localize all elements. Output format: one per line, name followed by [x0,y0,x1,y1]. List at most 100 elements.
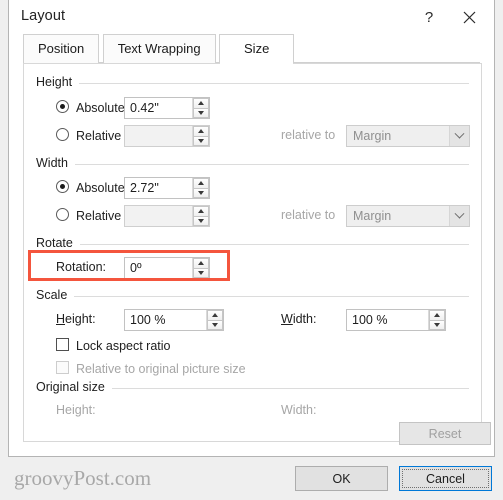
width-absolute-label: Absolute [76,181,125,195]
width-relative-input[interactable] [124,205,210,227]
caret-up-icon [198,181,204,186]
scale-height-spinner-up[interactable] [207,310,223,321]
tab-strip: Position Text Wrapping Size [9,34,494,64]
ok-button[interactable]: OK [295,466,388,491]
scale-height-spinner-down[interactable] [207,320,223,330]
relative-original-size-checkbox[interactable] [56,361,69,374]
scale-height-input[interactable]: 100 % [124,309,224,331]
reset-button[interactable]: Reset [399,422,491,445]
width-absolute-spinner[interactable] [192,178,209,198]
height-relative-spinner-down[interactable] [193,136,209,146]
height-absolute-spinner-down[interactable] [193,108,209,118]
scale-width-spinner-down[interactable] [429,320,445,330]
help-button[interactable]: ? [412,0,446,34]
scale-height-label: Height: [56,312,96,326]
height-relative-to-label: relative to [281,128,336,142]
tab-size[interactable]: Size [219,34,295,64]
caret-up-icon [434,313,440,318]
rotation-input[interactable]: 0º [124,257,210,279]
rotate-group: Rotate [24,236,481,252]
height-relative-spinner-up[interactable] [193,126,209,137]
caret-down-icon [198,218,204,223]
width-relative-spinner[interactable] [192,206,209,226]
width-absolute-spinner-down[interactable] [193,188,209,198]
height-absolute-input[interactable]: 0.42" [124,97,210,119]
rotation-value: 0º [130,261,142,275]
rotation-label: Rotation: [56,260,107,274]
tab-position[interactable]: Position [23,34,100,63]
close-icon [463,11,476,24]
relative-original-size-label: Relative to original picture size [76,362,246,376]
height-relative-input[interactable] [124,125,210,147]
rotation-spinner-up[interactable] [193,258,209,269]
width-group: Width [24,156,481,172]
height-relative-radio-row[interactable]: Relative [56,127,121,145]
scale-group-rule [36,296,469,297]
title-bar: Layout ? [9,0,494,34]
caret-down-icon [198,110,204,115]
width-absolute-input[interactable]: 2.72" [124,177,210,199]
height-relative-radio[interactable] [56,128,69,141]
height-absolute-value: 0.42" [130,101,159,115]
watermark: groovyPost.com [14,466,152,490]
scale-width-spinner[interactable] [428,310,445,330]
caret-down-icon [198,138,204,143]
scale-height-spinner[interactable] [206,310,223,330]
original-size-group-title: Original size [36,380,112,394]
caret-up-icon [198,261,204,266]
width-relative-spinner-up[interactable] [193,206,209,217]
caret-down-icon [198,190,204,195]
width-relative-label: Relative [76,209,122,223]
dialog-left-edge [0,0,8,457]
original-width-label: Width: [281,403,317,417]
chevron-down-icon[interactable] [449,126,469,146]
caret-down-icon [198,270,204,275]
width-absolute-radio[interactable] [56,180,69,193]
width-absolute-radio-row[interactable]: Absolute [56,179,125,197]
height-absolute-spinner-up[interactable] [193,98,209,109]
close-button[interactable] [452,0,486,34]
width-group-rule [36,164,469,165]
rotate-group-title: Rotate [36,236,80,250]
lock-aspect-ratio-label: Lock aspect ratio [76,339,171,353]
screenshot-root: Layout ? Position Text Wrapping Size Hei… [0,0,503,500]
original-height-label: Height: [56,403,96,417]
scale-width-label: Width: [281,312,317,326]
width-group-title: Width [36,156,75,170]
question-mark-icon: ? [424,8,434,26]
width-relative-value [125,206,192,226]
height-relative-to-combo[interactable]: Margin [346,125,470,147]
caret-up-icon [212,313,218,318]
chevron-down-icon[interactable] [449,206,469,226]
cancel-button[interactable]: Cancel [399,466,492,491]
scale-width-value: 100 % [352,313,388,327]
rotation-spinner-down[interactable] [193,268,209,278]
relative-original-size-row[interactable]: Relative to original picture size [56,360,246,378]
caret-up-icon [198,129,204,134]
height-relative-spinner[interactable] [192,126,209,146]
caret-down-icon [434,322,440,327]
width-relative-radio[interactable] [56,208,69,221]
scale-width-input[interactable]: 100 % [346,309,446,331]
height-absolute-radio-row[interactable]: Absolute [56,99,125,117]
height-relative-label: Relative [76,129,122,143]
scale-group-title: Scale [36,288,75,302]
tab-text-wrapping[interactable]: Text Wrapping [102,34,216,63]
width-relative-spinner-down[interactable] [193,216,209,226]
height-relative-to-value: Margin [353,129,392,143]
rotation-spinner[interactable] [192,258,209,278]
height-group-rule [36,83,469,84]
original-size-group: Original size [24,380,481,396]
lock-aspect-ratio-row[interactable]: Lock aspect ratio [56,337,171,355]
width-absolute-spinner-up[interactable] [193,178,209,189]
width-absolute-value: 2.72" [130,181,159,195]
height-absolute-radio[interactable] [56,100,69,113]
scale-width-spinner-up[interactable] [429,310,445,321]
caret-up-icon [198,209,204,214]
dialog-right-edge [495,0,503,457]
width-relative-radio-row[interactable]: Relative [56,207,121,225]
height-group-title: Height [36,75,80,89]
height-absolute-spinner[interactable] [192,98,209,118]
width-relative-to-combo[interactable]: Margin [346,205,470,227]
lock-aspect-ratio-checkbox[interactable] [56,338,69,351]
